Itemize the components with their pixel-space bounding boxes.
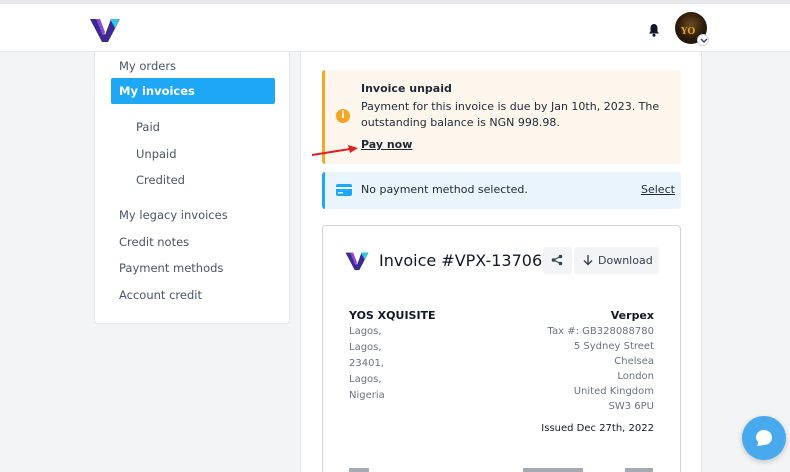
download-button[interactable]: Download [574, 247, 659, 274]
sidebar-item-my-orders[interactable]: My orders [119, 59, 176, 73]
payment-method-text: No payment method selected. [361, 183, 528, 196]
alert-title: Invoice unpaid [361, 82, 452, 95]
share-button[interactable] [543, 247, 572, 274]
chat-bubble-icon [756, 430, 772, 446]
pay-now-link[interactable]: Pay now [361, 138, 412, 151]
invoice-unpaid-alert: i Invoice unpaid Payment for this invoic… [322, 70, 681, 164]
avatar-dropdown-toggle[interactable] [697, 34, 709, 46]
download-arrow-icon [583, 255, 593, 266]
sidebar-item-my-invoices[interactable]: My invoices [111, 78, 275, 104]
from-company-name: Verpex [610, 309, 654, 322]
select-payment-method-link[interactable]: Select [641, 183, 675, 196]
bill-to-line: Lagos, [349, 342, 382, 353]
info-icon: i [336, 109, 350, 123]
from-line: SW3 6PU [608, 401, 655, 412]
verpex-logo-icon[interactable] [88, 16, 122, 44]
bill-to-line: Lagos, [349, 326, 382, 337]
sidebar-item-account-credit[interactable]: Account credit [119, 288, 202, 302]
share-icon [551, 254, 563, 266]
sidebar-item-payment-methods[interactable]: Payment methods [119, 261, 223, 275]
bill-to-line: 23401, [349, 358, 384, 369]
table-header-fragment [625, 468, 653, 472]
issued-date: Issued Dec 27th, 2022 [541, 423, 654, 434]
from-line: United Kingdom [573, 386, 654, 397]
verpex-logo-icon [345, 252, 369, 271]
sidebar: My orders My invoices Paid Unpaid Credit… [94, 52, 290, 324]
bell-icon[interactable] [646, 22, 662, 38]
credit-card-icon [336, 184, 352, 196]
red-arrow-annotation-icon [311, 145, 358, 156]
from-line: 5 Sydney Street [573, 341, 654, 352]
from-line: Chelsea [614, 356, 654, 367]
from-line: London [617, 371, 654, 382]
table-header-fragment [349, 468, 369, 472]
payment-method-notice: No payment method selected. Select [322, 172, 681, 209]
invoice-card: Invoice #VPX-137061 Download YOS XQUISIT… [322, 225, 681, 472]
sidebar-item-credit-notes[interactable]: Credit notes [119, 235, 189, 249]
avatar-text: YO [681, 27, 696, 37]
sidebar-item-my-legacy-invoices[interactable]: My legacy invoices [119, 208, 228, 222]
bill-to-name: YOS XQUISITE [349, 309, 436, 322]
bill-to-line: Nigeria [349, 390, 385, 401]
sidebar-item-unpaid[interactable]: Unpaid [136, 147, 177, 161]
from-line: Tax #: GB328088780 [547, 326, 654, 337]
chevron-down-icon [700, 38, 708, 43]
bill-to-line: Lagos, [349, 374, 382, 385]
invoice-title: Invoice #VPX-137061 [379, 251, 553, 270]
top-navbar [0, 0, 790, 52]
chat-widget-button[interactable] [742, 416, 786, 460]
table-header-fragment [523, 468, 583, 472]
sidebar-item-credited[interactable]: Credited [136, 173, 185, 187]
alert-text: Payment for this invoice is due by Jan 1… [361, 100, 660, 129]
download-label: Download [598, 254, 653, 267]
sidebar-item-paid[interactable]: Paid [136, 120, 160, 134]
